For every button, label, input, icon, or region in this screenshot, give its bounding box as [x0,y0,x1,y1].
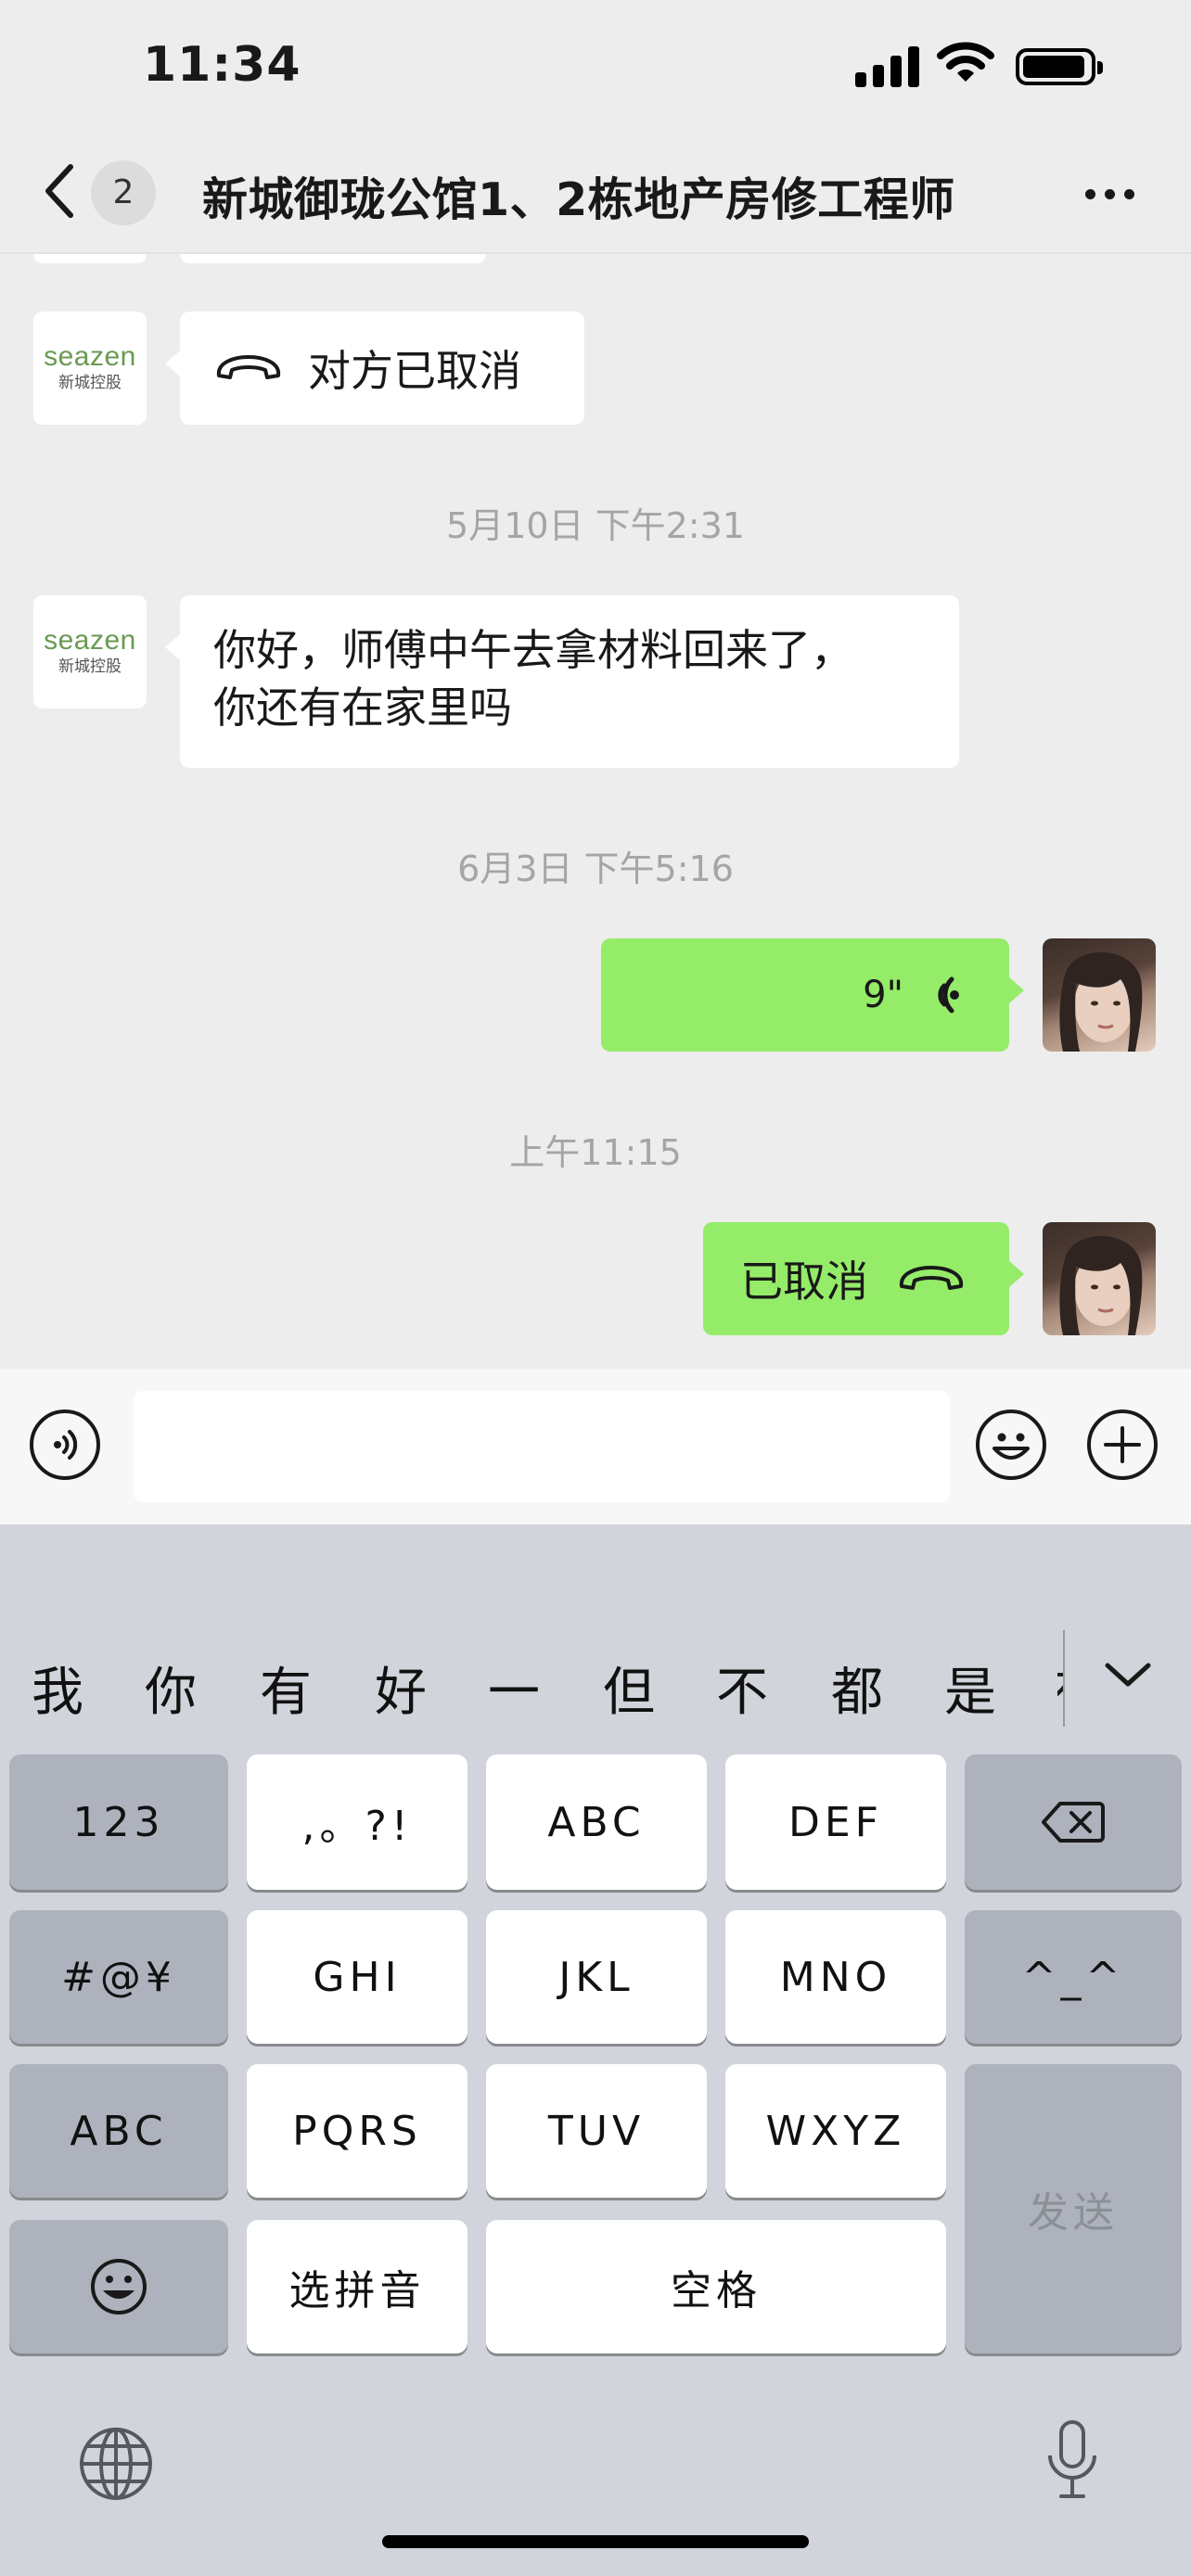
candidate-word[interactable]: 好 [375,1651,427,1726]
key-emoticon[interactable]: ^_^ [965,1910,1182,2044]
plus-icon [1104,1426,1141,1463]
voice-message-bubble[interactable]: 9" [601,938,1024,1052]
smiley-icon [992,1433,1030,1460]
timestamp: 上午11:15 [509,1132,682,1173]
candidate-word[interactable]: 你 [145,1651,197,1726]
avatar-logo-subtext: 新城控股 [58,657,122,676]
call-cancelled-bubble[interactable]: 已取消 [703,1222,1024,1335]
candidate-word[interactable]: 是 [944,1651,996,1726]
my-avatar[interactable] [1043,1222,1156,1335]
message-input[interactable] [134,1391,950,1502]
send-key[interactable]: 发送 [965,2064,1182,2353]
key-def[interactable]: DEF [725,1754,946,1890]
my-avatar[interactable] [1043,938,1156,1052]
message-text-line: 你还有在家里吗 [213,682,512,733]
candidate-word[interactable]: 有 [260,1651,312,1726]
key-jkl[interactable]: JKL [486,1910,707,2044]
nav-divider [0,252,1191,254]
candidate-word[interactable]: 都 [831,1651,883,1726]
expand-candidates-icon[interactable] [1104,1660,1152,1690]
voice-input-button[interactable] [30,1409,100,1480]
key-punctuation[interactable]: ,。?! [247,1754,467,1890]
avatar-logo-subtext: 新城控股 [58,374,122,392]
chat-title: 新城御珑公馆1、2栋地产房修工程师 [202,173,955,226]
back-chevron-icon[interactable] [41,163,78,219]
key-select-pinyin[interactable]: 选拼音 [247,2220,467,2353]
globe-icon[interactable] [78,2426,154,2502]
smiley-icon [91,2259,147,2315]
status-time: 11:34 [143,37,301,93]
more-options-icon[interactable] [1085,189,1134,199]
unread-count-badge[interactable]: 2 [91,160,156,225]
key-pqrs[interactable]: PQRS [247,2064,467,2198]
microphone-icon[interactable] [1044,2418,1100,2502]
key-abc[interactable]: ABC [486,1754,707,1890]
timestamp: 5月10日 下午2:31 [446,505,745,546]
text-message-bubble[interactable]: 你好，师傅中午去拿材料回来了， 你还有在家里吗 [165,595,959,768]
candidate-word[interactable]: 但 [603,1651,655,1726]
user-photo [1059,1236,1143,1335]
contact-avatar[interactable]: seazen 新城控股 [33,595,147,708]
contact-avatar[interactable]: seazen 新城控股 [33,312,147,425]
more-functions-button[interactable] [1087,1409,1158,1480]
space-key[interactable]: 空格 [486,2220,946,2353]
key-symbols[interactable]: #@¥ [9,1910,228,2044]
timestamp: 6月3日 下午5:16 [457,848,734,889]
key-tuv[interactable]: TUV [486,2064,707,2198]
key-mno[interactable]: MNO [725,1910,946,2044]
voice-duration: 9" [863,974,903,1016]
call-status-text: 已取消 [740,1256,868,1307]
backspace-icon [1042,1802,1105,1843]
wifi-icon [937,42,994,82]
emoji-key[interactable] [9,2220,228,2353]
call-status-text: 对方已取消 [308,346,521,396]
call-cancelled-bubble[interactable]: 对方已取消 [165,312,584,425]
phone-hangup-icon [216,355,281,379]
avatar-logo-text: seazen [44,341,136,372]
avatar-logo-text: seazen [44,625,136,656]
candidate-word[interactable]: 一 [488,1651,540,1726]
battery-icon [1016,48,1103,85]
voice-icon [54,1430,78,1460]
key-wxyz[interactable]: WXYZ [725,2064,946,2198]
candidate-word[interactable]: 不 [716,1651,768,1726]
candidate-word[interactable]: 我 [32,1651,83,1726]
message-text-line: 你好，师傅中午去拿材料回来了， [213,625,853,675]
previous-message-partial [33,254,147,263]
emoji-button[interactable] [976,1409,1046,1480]
voice-wave-icon [938,976,959,1014]
home-indicator [382,2535,809,2548]
key-123[interactable]: 123 [9,1754,228,1890]
key-abc-switch[interactable]: ABC [9,2064,228,2198]
delete-key[interactable] [965,1754,1182,1890]
user-photo [1059,952,1143,1052]
cellular-signal-icon [855,45,919,87]
previous-bubble-partial [180,254,486,263]
phone-hangup-icon [899,1266,964,1290]
key-ghi[interactable]: GHI [247,1910,467,2044]
candidate-divider [1063,1630,1065,1727]
